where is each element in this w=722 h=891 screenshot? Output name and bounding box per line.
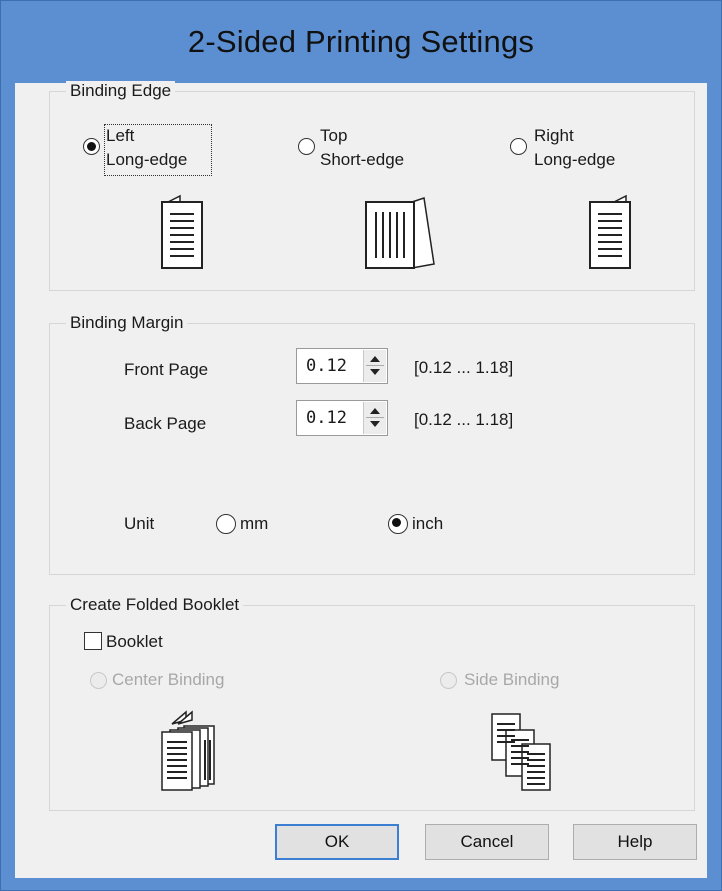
spin-down-arrow-icon[interactable]: [370, 421, 380, 427]
booklet-checkbox[interactable]: [84, 632, 102, 650]
unit-inch-label: inch: [412, 514, 444, 533]
create-folded-booklet-group-label: Create Folded Booklet: [66, 595, 244, 615]
side-binding-label: Side Binding: [464, 670, 560, 689]
spin-up-arrow-icon[interactable]: [370, 408, 380, 414]
side-binding-booklet-icon: [491, 713, 551, 791]
help-button[interactable]: Help: [573, 824, 697, 860]
unit-mm-radio[interactable]: [216, 514, 236, 534]
binding-edge-left-sublabel: Long-edge: [106, 150, 188, 169]
front-page-label: Front Page: [124, 360, 209, 379]
dialog-content: Binding Edge Left Long-edge Top Short-ed…: [15, 81, 707, 878]
binding-edge-top-label: Top: [320, 126, 348, 145]
center-binding-label: Center Binding: [112, 670, 225, 689]
booklet-label: Booklet: [106, 632, 163, 651]
binding-edge-right-sublabel: Long-edge: [534, 150, 616, 169]
center-binding-radio[interactable]: [90, 672, 107, 689]
binding-edge-top-sublabel: Short-edge: [320, 150, 405, 169]
unit-mm-label: mm: [240, 514, 269, 533]
back-page-label: Back Page: [124, 414, 207, 433]
unit-label: Unit: [124, 514, 155, 533]
spin-up-arrow-icon[interactable]: [370, 356, 380, 362]
create-folded-booklet-group: Create Folded Booklet Booklet Center Bin…: [49, 595, 695, 811]
side-binding-radio[interactable]: [440, 672, 457, 689]
back-page-value[interactable]: 0.12: [306, 408, 347, 428]
front-page-range: [0.12 ... 1.18]: [414, 358, 514, 377]
unit-inch-radio[interactable]: [388, 514, 408, 534]
binding-margin-group-label: Binding Margin: [66, 313, 188, 333]
binding-edge-right-radio[interactable]: [510, 138, 527, 155]
spin-separator: [366, 417, 384, 418]
spin-down-arrow-icon[interactable]: [370, 369, 380, 375]
ok-button[interactable]: OK: [275, 824, 399, 860]
cancel-button[interactable]: Cancel: [425, 824, 549, 860]
binding-edge-right-label: Right: [534, 126, 574, 145]
front-page-value[interactable]: 0.12: [306, 356, 347, 376]
right-bound-page-icon: [589, 194, 631, 269]
spin-separator: [366, 365, 384, 366]
front-page-spin-buttons[interactable]: [363, 350, 386, 382]
binding-edge-group: Binding Edge Left Long-edge Top Short-ed…: [49, 81, 695, 291]
title-bar[interactable]: 2-Sided Printing Settings: [15, 1, 707, 83]
top-bound-page-icon: [365, 197, 435, 269]
binding-edge-left-label: Left: [106, 126, 135, 145]
left-bound-page-icon: [161, 194, 203, 269]
back-page-spin-buttons[interactable]: [363, 402, 386, 434]
back-page-spinbox[interactable]: 0.12: [296, 400, 388, 436]
binding-edge-top-radio[interactable]: [298, 138, 315, 155]
binding-edge-left-radio[interactable]: [83, 138, 100, 155]
dialog-title: 2-Sided Printing Settings: [187, 24, 535, 59]
back-page-range: [0.12 ... 1.18]: [414, 410, 514, 429]
dialog-window: 2-Sided Printing Settings Binding Edge L…: [0, 0, 722, 891]
center-binding-booklet-icon: [161, 710, 215, 791]
binding-margin-group: Binding Margin Front Page 0.12 [0.12 ...…: [49, 313, 695, 575]
front-page-spinbox[interactable]: 0.12: [296, 348, 388, 384]
binding-edge-group-label: Binding Edge: [66, 81, 176, 101]
